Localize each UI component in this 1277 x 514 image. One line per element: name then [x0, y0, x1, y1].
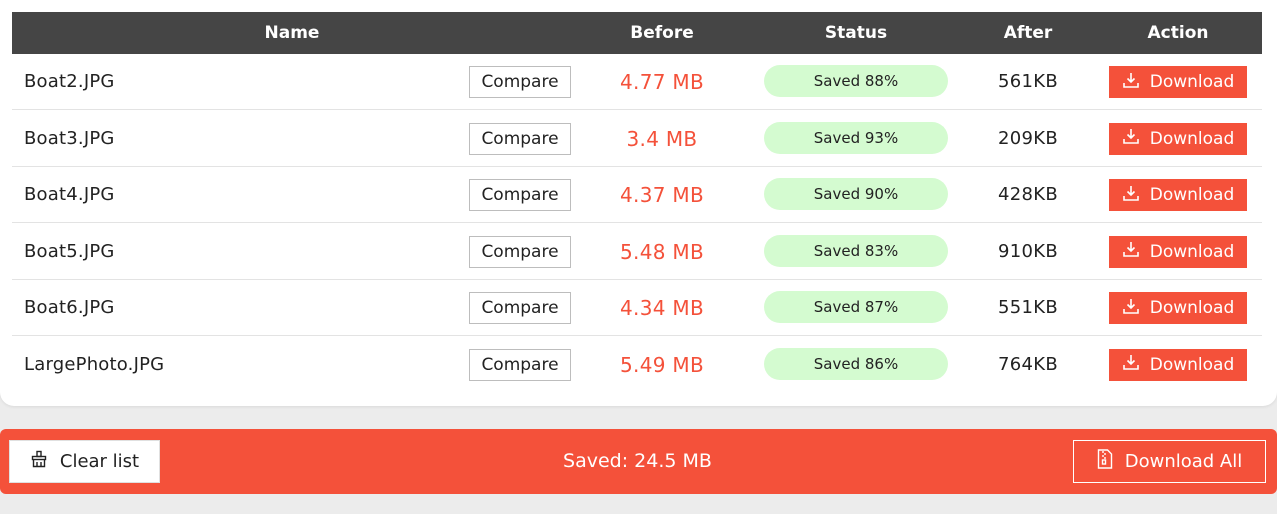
clear-list-button[interactable]: Clear list [9, 440, 160, 483]
broom-icon [30, 450, 60, 473]
compare-button[interactable]: Compare [469, 292, 571, 324]
status-badge: Saved 83% [764, 234, 948, 267]
size-after: 910KB [997, 240, 1058, 262]
compare-button[interactable]: Compare [469, 235, 571, 268]
header-before: Before [630, 23, 694, 43]
table-row: Boat4.JPG Compare 4.37 MB Saved 90% 428KB Dow… [12, 167, 1262, 223]
download-button[interactable]: Download [1109, 348, 1247, 381]
download-all-button[interactable]: Download All [1073, 440, 1266, 483]
download-icon [1122, 353, 1150, 376]
size-before: 4.37 MB [620, 183, 704, 207]
size-before: 5.49 MB [620, 352, 704, 377]
size-after: 428KB [997, 184, 1058, 205]
status-badge: Saved 88% [764, 65, 948, 97]
status-badge: Saved 90% [764, 178, 948, 210]
table-row: LargePhoto.JPG Compare 5.49 MB Saved 86% 764… [12, 337, 1262, 393]
file-archive-icon [1097, 449, 1125, 474]
compare-button[interactable]: Compare [469, 348, 571, 381]
download-label: Download [1149, 185, 1235, 205]
file-name: Boat4.JPG [24, 184, 115, 205]
file-name: Boat5.JPG [24, 240, 115, 262]
footer-bar: Clear list Saved: 24.5 MB Download All [0, 429, 1277, 494]
file-name: Boat6.JPG [24, 297, 115, 318]
compare-button[interactable]: Compare [469, 122, 571, 155]
header-action: Action [1147, 23, 1209, 43]
compare-button[interactable]: Compare [469, 66, 571, 98]
download-button[interactable]: Download [1109, 292, 1247, 324]
size-after: 209KB [997, 127, 1058, 149]
file-name: Boat2.JPG [24, 71, 115, 92]
size-after: 764KB [997, 353, 1058, 375]
status-badge: Saved 86% [764, 347, 948, 380]
header-name: Name [264, 23, 320, 43]
table-row: Boat2.JPG Compare 4.77 MB Saved 88% 561KB Dow… [12, 54, 1262, 110]
size-after: 561KB [997, 71, 1058, 92]
download-label: Download [1149, 354, 1235, 375]
header-after: After [1003, 23, 1053, 43]
size-before: 3.4 MB [626, 126, 698, 151]
table-header: Name Before Status After Action [12, 12, 1262, 54]
download-label: Download [1149, 72, 1235, 92]
download-button[interactable]: Download [1109, 66, 1247, 98]
table-row: Boat6.JPG Compare 4.34 MB Saved 87% 551KB Dow… [12, 280, 1262, 336]
compare-button[interactable]: Compare [469, 179, 571, 211]
size-before: 4.34 MB [620, 296, 704, 320]
download-label: Download [1149, 128, 1235, 149]
download-label: Download [1149, 241, 1235, 262]
status-badge: Saved 87% [764, 291, 948, 323]
download-all-label: Download All [1124, 451, 1243, 472]
clear-list-label: Clear list [59, 451, 140, 472]
saved-total: Saved: 24.5 MB [563, 450, 712, 472]
download-icon [1122, 127, 1150, 150]
download-label: Download [1149, 298, 1235, 318]
download-button[interactable]: Download [1109, 179, 1247, 211]
header-status: Status [824, 23, 888, 43]
table-row: Boat5.JPG Compare 5.48 MB Saved 83% 910KB Dow… [12, 224, 1262, 280]
download-icon [1122, 71, 1150, 94]
results-card: Name Before Status After Action Boat2.JP… [0, 0, 1277, 406]
file-name: Boat3.JPG [24, 127, 115, 149]
file-name: LargePhoto.JPG [24, 353, 165, 375]
size-after: 551KB [997, 297, 1058, 318]
table-row: Boat3.JPG Compare 3.4 MB Saved 93% 209KB Down… [12, 111, 1262, 167]
size-before: 5.48 MB [620, 239, 704, 264]
size-before: 4.77 MB [620, 70, 704, 94]
download-button[interactable]: Download [1109, 122, 1247, 155]
download-button[interactable]: Download [1109, 235, 1247, 268]
download-icon [1122, 184, 1150, 207]
status-badge: Saved 93% [764, 121, 948, 154]
download-icon [1122, 240, 1150, 263]
download-icon [1122, 297, 1150, 320]
